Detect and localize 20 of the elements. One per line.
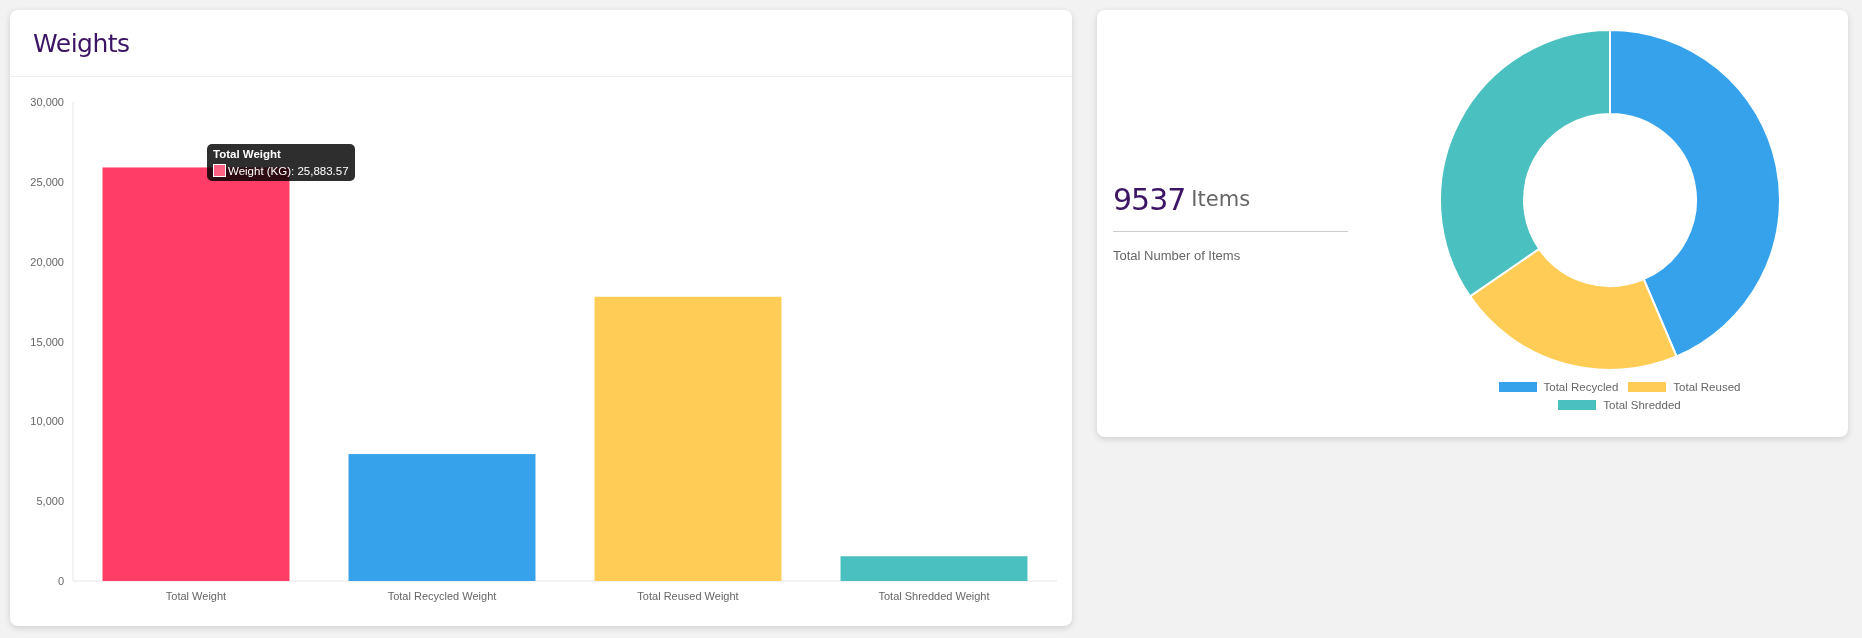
category-label: Total Shredded Weight <box>878 590 990 602</box>
legend-label: Total Recycled <box>1543 381 1619 393</box>
legend-label: Total Reused <box>1673 381 1741 393</box>
axis-tick-label: 10,000 <box>30 415 64 428</box>
legend-label: Total Shredded <box>1603 399 1681 411</box>
item-count: 9537 <box>1113 182 1186 217</box>
axis-tick-label: 30,000 <box>30 96 64 108</box>
item-caption: Total Number of Items <box>1113 248 1242 263</box>
category-label: Total Weight <box>165 590 227 602</box>
axis-tick-label: 20,000 <box>30 255 64 268</box>
category-label: Total Reused Weight <box>637 590 739 602</box>
item-unit: Items <box>1191 187 1251 211</box>
axis-tick-label: 5,000 <box>36 495 64 508</box>
tooltip-title: Total Weight <box>213 148 282 160</box>
axis-tick-label: 25,000 <box>30 175 64 188</box>
axis-tick-label: 15,000 <box>30 335 64 348</box>
category-label: Total Recycled Weight <box>387 590 497 602</box>
tooltip-label: Weight (KG): 25,883.57 <box>228 164 349 177</box>
card-title: Weights <box>33 28 130 58</box>
axis-tick-label: 0 <box>57 575 64 587</box>
